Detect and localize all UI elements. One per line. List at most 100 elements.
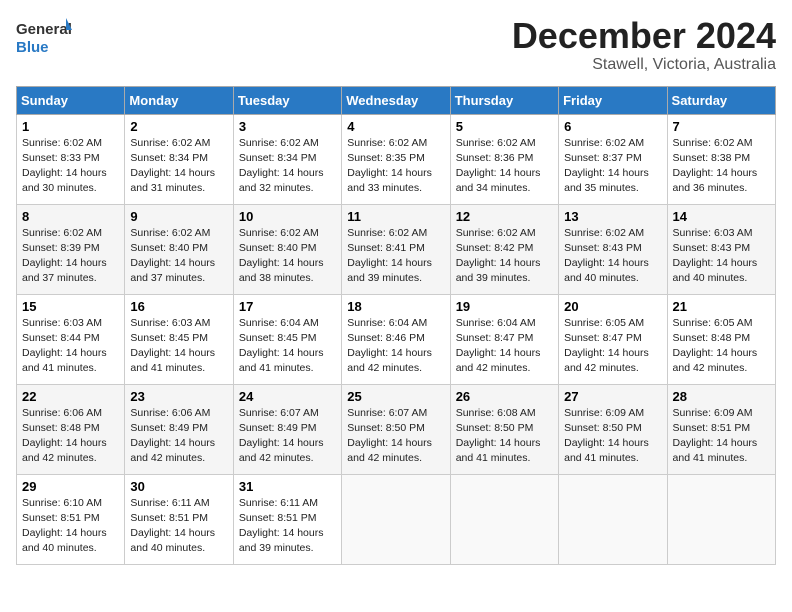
sunset-text: Sunset: 8:51 PM [130, 512, 208, 524]
day-number: 16 [130, 299, 227, 314]
calendar-day-cell: 14 Sunrise: 6:03 AM Sunset: 8:43 PM Dayl… [667, 204, 775, 294]
location-subtitle: Stawell, Victoria, Australia [512, 56, 776, 74]
daylight-text: Daylight: 14 hours [673, 347, 758, 359]
daylight-text: Daylight: 14 hours [347, 257, 432, 269]
day-info: Sunrise: 6:04 AM Sunset: 8:46 PM Dayligh… [347, 316, 444, 377]
col-tuesday: Tuesday [233, 86, 341, 114]
calendar-day-cell: 18 Sunrise: 6:04 AM Sunset: 8:46 PM Dayl… [342, 294, 450, 384]
sunrise-text: Sunrise: 6:07 AM [347, 407, 427, 419]
sunrise-text: Sunrise: 6:11 AM [239, 497, 318, 509]
sunrise-text: Sunrise: 6:02 AM [22, 137, 102, 149]
daylight-text-2: and 41 minutes. [22, 362, 97, 374]
day-info: Sunrise: 6:11 AM Sunset: 8:51 PM Dayligh… [130, 496, 227, 557]
svg-text:General: General [16, 21, 72, 38]
day-info: Sunrise: 6:04 AM Sunset: 8:47 PM Dayligh… [456, 316, 553, 377]
calendar-week-row: 15 Sunrise: 6:03 AM Sunset: 8:44 PM Dayl… [17, 294, 776, 384]
sunrise-text: Sunrise: 6:02 AM [239, 227, 319, 239]
calendar-day-cell: 3 Sunrise: 6:02 AM Sunset: 8:34 PM Dayli… [233, 114, 341, 204]
sunrise-text: Sunrise: 6:07 AM [239, 407, 319, 419]
sunrise-text: Sunrise: 6:02 AM [673, 137, 753, 149]
calendar-table: Sunday Monday Tuesday Wednesday Thursday… [16, 86, 776, 565]
day-number: 5 [456, 119, 553, 134]
daylight-text-2: and 39 minutes. [347, 272, 422, 284]
day-info: Sunrise: 6:09 AM Sunset: 8:50 PM Dayligh… [564, 406, 661, 467]
day-info: Sunrise: 6:02 AM Sunset: 8:40 PM Dayligh… [239, 226, 336, 287]
sunrise-text: Sunrise: 6:02 AM [347, 227, 427, 239]
calendar-day-cell: 15 Sunrise: 6:03 AM Sunset: 8:44 PM Dayl… [17, 294, 125, 384]
calendar-day-cell: 23 Sunrise: 6:06 AM Sunset: 8:49 PM Dayl… [125, 384, 233, 474]
sunrise-text: Sunrise: 6:02 AM [456, 137, 536, 149]
day-info: Sunrise: 6:03 AM Sunset: 8:44 PM Dayligh… [22, 316, 119, 377]
calendar-day-cell: 24 Sunrise: 6:07 AM Sunset: 8:49 PM Dayl… [233, 384, 341, 474]
sunset-text: Sunset: 8:45 PM [239, 332, 317, 344]
sunrise-text: Sunrise: 6:06 AM [130, 407, 210, 419]
daylight-text: Daylight: 14 hours [673, 167, 758, 179]
calendar-day-cell: 10 Sunrise: 6:02 AM Sunset: 8:40 PM Dayl… [233, 204, 341, 294]
calendar-day-cell: 7 Sunrise: 6:02 AM Sunset: 8:38 PM Dayli… [667, 114, 775, 204]
sunset-text: Sunset: 8:34 PM [130, 152, 208, 164]
day-number: 1 [22, 119, 119, 134]
day-info: Sunrise: 6:03 AM Sunset: 8:43 PM Dayligh… [673, 226, 770, 287]
sunset-text: Sunset: 8:44 PM [22, 332, 100, 344]
daylight-text: Daylight: 14 hours [130, 167, 215, 179]
day-info: Sunrise: 6:02 AM Sunset: 8:38 PM Dayligh… [673, 136, 770, 197]
sunset-text: Sunset: 8:33 PM [22, 152, 100, 164]
logo-svg: General Blue [16, 16, 72, 60]
day-info: Sunrise: 6:05 AM Sunset: 8:48 PM Dayligh… [673, 316, 770, 377]
sunrise-text: Sunrise: 6:09 AM [673, 407, 753, 419]
calendar-day-cell [667, 474, 775, 564]
sunset-text: Sunset: 8:50 PM [347, 422, 425, 434]
day-info: Sunrise: 6:05 AM Sunset: 8:47 PM Dayligh… [564, 316, 661, 377]
sunrise-text: Sunrise: 6:02 AM [22, 227, 102, 239]
calendar-day-cell: 6 Sunrise: 6:02 AM Sunset: 8:37 PM Dayli… [559, 114, 667, 204]
col-saturday: Saturday [667, 86, 775, 114]
daylight-text-2: and 33 minutes. [347, 182, 422, 194]
daylight-text: Daylight: 14 hours [456, 347, 541, 359]
calendar-day-cell [559, 474, 667, 564]
day-number: 14 [673, 209, 770, 224]
sunrise-text: Sunrise: 6:09 AM [564, 407, 644, 419]
daylight-text: Daylight: 14 hours [22, 167, 107, 179]
daylight-text: Daylight: 14 hours [564, 167, 649, 179]
calendar-day-cell: 29 Sunrise: 6:10 AM Sunset: 8:51 PM Dayl… [17, 474, 125, 564]
col-wednesday: Wednesday [342, 86, 450, 114]
sunset-text: Sunset: 8:49 PM [239, 422, 317, 434]
day-number: 12 [456, 209, 553, 224]
sunrise-text: Sunrise: 6:02 AM [564, 137, 644, 149]
calendar-day-cell [450, 474, 558, 564]
calendar-day-cell: 1 Sunrise: 6:02 AM Sunset: 8:33 PM Dayli… [17, 114, 125, 204]
sunrise-text: Sunrise: 6:04 AM [347, 317, 427, 329]
day-info: Sunrise: 6:02 AM Sunset: 8:35 PM Dayligh… [347, 136, 444, 197]
sunrise-text: Sunrise: 6:03 AM [673, 227, 753, 239]
sunset-text: Sunset: 8:40 PM [239, 242, 317, 254]
day-number: 29 [22, 479, 119, 494]
day-number: 15 [22, 299, 119, 314]
daylight-text-2: and 37 minutes. [130, 272, 205, 284]
day-number: 24 [239, 389, 336, 404]
day-number: 21 [673, 299, 770, 314]
sunset-text: Sunset: 8:51 PM [673, 422, 751, 434]
sunrise-text: Sunrise: 6:08 AM [456, 407, 536, 419]
sunset-text: Sunset: 8:47 PM [456, 332, 534, 344]
calendar-day-cell [342, 474, 450, 564]
day-info: Sunrise: 6:02 AM Sunset: 8:36 PM Dayligh… [456, 136, 553, 197]
sunrise-text: Sunrise: 6:02 AM [347, 137, 427, 149]
daylight-text: Daylight: 14 hours [239, 167, 324, 179]
daylight-text: Daylight: 14 hours [130, 437, 215, 449]
svg-text:Blue: Blue [16, 39, 49, 56]
sunset-text: Sunset: 8:38 PM [673, 152, 751, 164]
col-friday: Friday [559, 86, 667, 114]
sunset-text: Sunset: 8:36 PM [456, 152, 534, 164]
day-number: 30 [130, 479, 227, 494]
daylight-text: Daylight: 14 hours [239, 347, 324, 359]
daylight-text-2: and 35 minutes. [564, 182, 639, 194]
daylight-text: Daylight: 14 hours [456, 167, 541, 179]
day-info: Sunrise: 6:02 AM Sunset: 8:42 PM Dayligh… [456, 226, 553, 287]
month-title: December 2024 [512, 16, 776, 56]
daylight-text-2: and 36 minutes. [673, 182, 748, 194]
title-block: December 2024 Stawell, Victoria, Austral… [512, 16, 776, 74]
daylight-text-2: and 42 minutes. [673, 362, 748, 374]
sunrise-text: Sunrise: 6:02 AM [456, 227, 536, 239]
day-number: 13 [564, 209, 661, 224]
sunset-text: Sunset: 8:39 PM [22, 242, 100, 254]
